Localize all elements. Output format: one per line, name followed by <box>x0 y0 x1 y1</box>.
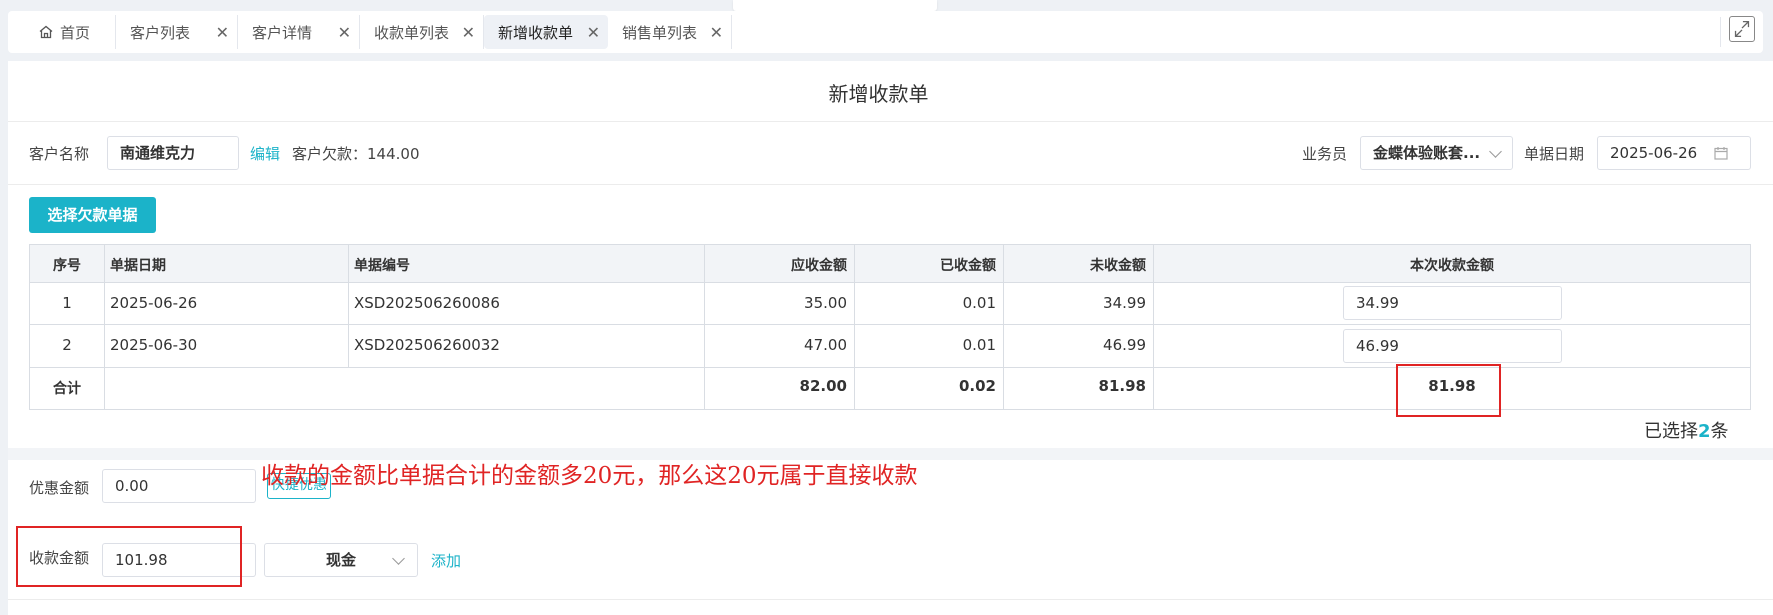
top-notch <box>733 0 937 11</box>
salesperson-value: 金蝶体验账套... <box>1373 144 1481 162</box>
page-title: 新增收款单 <box>828 82 929 106</box>
row1-date: 2025-06-26 <box>110 294 198 312</box>
total-received: 0.02 <box>958 377 996 395</box>
row1-number: XSD202506260086 <box>354 294 500 312</box>
column-divider <box>348 245 349 367</box>
tab-bar: 首页 客户列表 ✕ 客户详情 ✕ 收款单列表 ✕ 新增收款单 ✕ 销售单列表 ✕ <box>8 11 1763 53</box>
row1-seq: 1 <box>62 294 72 312</box>
row1-receivable: 35.00 <box>804 294 847 312</box>
total-unreceived: 81.98 <box>1098 377 1146 395</box>
fullscreen-button[interactable] <box>1729 16 1755 42</box>
selected-count-text: 已选择2条 <box>1644 417 1729 443</box>
highlight-box-payment <box>16 526 242 587</box>
header-this-payment: 本次收款金额 <box>1410 258 1494 274</box>
close-icon[interactable]: ✕ <box>462 23 475 42</box>
selected-suffix: 条 <box>1710 421 1729 442</box>
tab-home[interactable]: 首页 <box>24 15 116 49</box>
row2-received: 0.01 <box>962 336 996 354</box>
customer-debt-text: 客户欠款：144.00 <box>292 145 420 163</box>
row2-seq: 2 <box>62 336 72 354</box>
tab-label: 首页 <box>60 23 91 42</box>
row2-this-payment-input[interactable]: 46.99 <box>1343 329 1562 363</box>
header-date: 单据日期 <box>110 258 166 274</box>
tab-customer-detail[interactable]: 客户详情 ✕ <box>238 15 360 49</box>
edit-customer-link[interactable]: 编辑 <box>250 143 280 164</box>
tab-label: 客户详情 <box>252 23 313 42</box>
tab-sales-list[interactable]: 销售单列表 ✕ <box>608 15 732 49</box>
customer-name-field[interactable]: 南通维克力 <box>107 136 239 170</box>
selected-count: 2 <box>1698 421 1711 442</box>
header-receivable: 应收金额 <box>791 258 847 274</box>
header-unreceived: 未收金额 <box>1090 258 1146 274</box>
salesperson-label: 业务员 <box>1302 145 1348 163</box>
tab-label: 销售单列表 <box>622 23 698 42</box>
bottom-divider <box>8 599 1773 600</box>
close-icon[interactable]: ✕ <box>587 23 600 42</box>
tab-label: 收款单列表 <box>374 23 450 42</box>
row1-this-payment-input[interactable]: 34.99 <box>1343 286 1562 320</box>
annotation-text: 收款的金额比单据合计的金额多20元，那么这20元属于直接收款 <box>261 463 918 489</box>
document-date-picker[interactable]: 2025-06-26 <box>1597 136 1751 170</box>
total-label: 合计 <box>53 381 81 397</box>
chevron-down-icon <box>392 552 405 565</box>
close-icon[interactable]: ✕ <box>338 23 351 42</box>
home-icon <box>39 25 53 39</box>
tab-bar-divider <box>1720 17 1721 47</box>
tab-label: 客户列表 <box>130 23 191 42</box>
main-panel: 新增收款单 客户名称 南通维克力 编辑 客户欠款：144.00 业务员 金蝶体验… <box>8 61 1773 615</box>
header-seq: 序号 <box>53 258 81 274</box>
row2-number: XSD202506260032 <box>354 336 500 354</box>
total-receivable: 82.00 <box>799 377 847 395</box>
tab-label: 新增收款单 <box>498 23 574 42</box>
row2-unreceived: 46.99 <box>1103 336 1146 354</box>
row-divider <box>30 324 1750 325</box>
payment-method-select[interactable]: 现金 <box>264 543 418 577</box>
column-divider <box>104 245 105 409</box>
row1-unreceived: 34.99 <box>1103 294 1146 312</box>
select-debt-documents-button[interactable]: 选择欠款单据 <box>29 197 156 233</box>
chevron-down-icon <box>1489 145 1502 158</box>
title-divider <box>8 121 1773 122</box>
highlight-box-total <box>1396 364 1501 417</box>
form-divider <box>8 184 1773 185</box>
close-icon[interactable]: ✕ <box>710 23 723 42</box>
add-payment-link[interactable]: 添加 <box>431 550 461 571</box>
calendar-icon <box>1714 147 1728 160</box>
payment-method-value: 现金 <box>325 551 356 569</box>
salesperson-select[interactable]: 金蝶体验账套... <box>1360 136 1513 170</box>
row2-receivable: 47.00 <box>804 336 847 354</box>
expand-icon <box>1734 20 1750 38</box>
row2-date: 2025-06-30 <box>110 336 198 354</box>
header-received: 已收金额 <box>940 258 996 274</box>
row1-received: 0.01 <box>962 294 996 312</box>
customer-name-label: 客户名称 <box>29 145 90 163</box>
tab-customer-list[interactable]: 客户列表 ✕ <box>116 15 238 49</box>
tab-receipt-list[interactable]: 收款单列表 ✕ <box>360 15 484 49</box>
tab-new-receipt[interactable]: 新增收款单 ✕ <box>484 15 608 49</box>
close-icon[interactable]: ✕ <box>216 23 229 42</box>
selected-prefix: 已选择 <box>1644 421 1698 442</box>
header-number: 单据编号 <box>354 258 410 274</box>
discount-label: 优惠金额 <box>29 479 90 497</box>
discount-amount-field[interactable]: 0.00 <box>102 469 256 503</box>
document-date-label: 单据日期 <box>1524 145 1585 163</box>
document-date-value: 2025-06-26 <box>1610 144 1698 162</box>
